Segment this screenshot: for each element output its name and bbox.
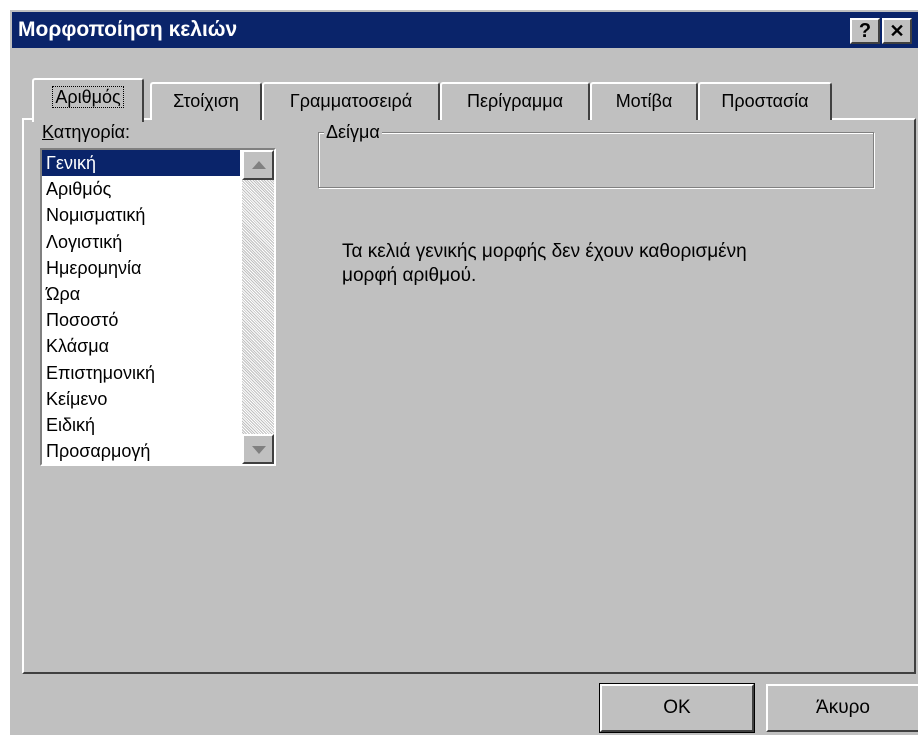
tab-border[interactable]: Περίγραμμα: [440, 82, 590, 120]
close-button[interactable]: ✕: [882, 18, 912, 44]
category-item-number[interactable]: Αριθμός: [42, 176, 240, 202]
arrow-down-icon: [252, 446, 266, 454]
title-bar[interactable]: Μορφοποίηση κελιών ? ✕: [12, 12, 918, 48]
sample-label: Δείγμα: [324, 122, 382, 143]
category-item-scientific[interactable]: Επιστημονική: [42, 360, 240, 386]
sample-groupbox: [318, 132, 874, 188]
tab-alignment[interactable]: Στοίχιση: [150, 82, 262, 120]
category-item-time[interactable]: Ώρα: [42, 281, 240, 307]
category-item-general[interactable]: Γενική: [42, 150, 240, 177]
category-item-custom[interactable]: Προσαρμογή: [42, 438, 240, 464]
scroll-up-button[interactable]: [242, 150, 274, 180]
category-listbox[interactable]: Γενική Αριθμός Νομισματική Λογιστική Ημε…: [40, 148, 276, 466]
scroll-down-button[interactable]: [242, 434, 274, 464]
category-item-percentage[interactable]: Ποσοστό: [42, 307, 240, 333]
tab-label: Στοίχιση: [173, 91, 239, 111]
ok-button[interactable]: OK: [599, 683, 755, 733]
cancel-button[interactable]: Άκυρο: [766, 684, 918, 732]
arrow-up-icon: [252, 161, 266, 169]
category-item-date[interactable]: Ημερομηνία: [42, 255, 240, 281]
category-item-special[interactable]: Ειδική: [42, 412, 240, 438]
category-item-accounting[interactable]: Λογιστική: [42, 229, 240, 255]
tab-protection[interactable]: Προστασία: [698, 82, 832, 120]
format-description: Τα κελιά γενικής μορφής δεν έχουν καθορι…: [342, 241, 747, 286]
tab-font[interactable]: Γραμματοσειρά: [262, 82, 440, 120]
category-item-currency[interactable]: Νομισματική: [42, 202, 240, 228]
tab-number[interactable]: Αριθμός: [32, 78, 144, 122]
tab-patterns[interactable]: Μοτίβα: [590, 82, 698, 120]
category-scrollbar[interactable]: [242, 150, 274, 464]
category-list: Γενική Αριθμός Νομισματική Λογιστική Ημε…: [42, 150, 240, 464]
tab-label: Μοτίβα: [615, 91, 673, 111]
dialog-title: Μορφοποίηση κελιών: [18, 18, 238, 41]
category-label-hotkey: Κ: [42, 122, 54, 142]
tab-label: Αριθμός: [52, 86, 124, 108]
category-item-text[interactable]: Κείμενο: [42, 386, 240, 412]
help-button[interactable]: ?: [850, 18, 880, 44]
tab-label: Γραμματοσειρά: [289, 91, 413, 111]
category-label-text: ατηγορία:: [53, 122, 130, 142]
category-item-fraction[interactable]: Κλάσμα: [42, 333, 240, 359]
tab-label: Περίγραμμα: [466, 91, 564, 111]
tab-label: Προστασία: [721, 91, 809, 111]
category-label: Κατηγορία:: [42, 122, 130, 143]
